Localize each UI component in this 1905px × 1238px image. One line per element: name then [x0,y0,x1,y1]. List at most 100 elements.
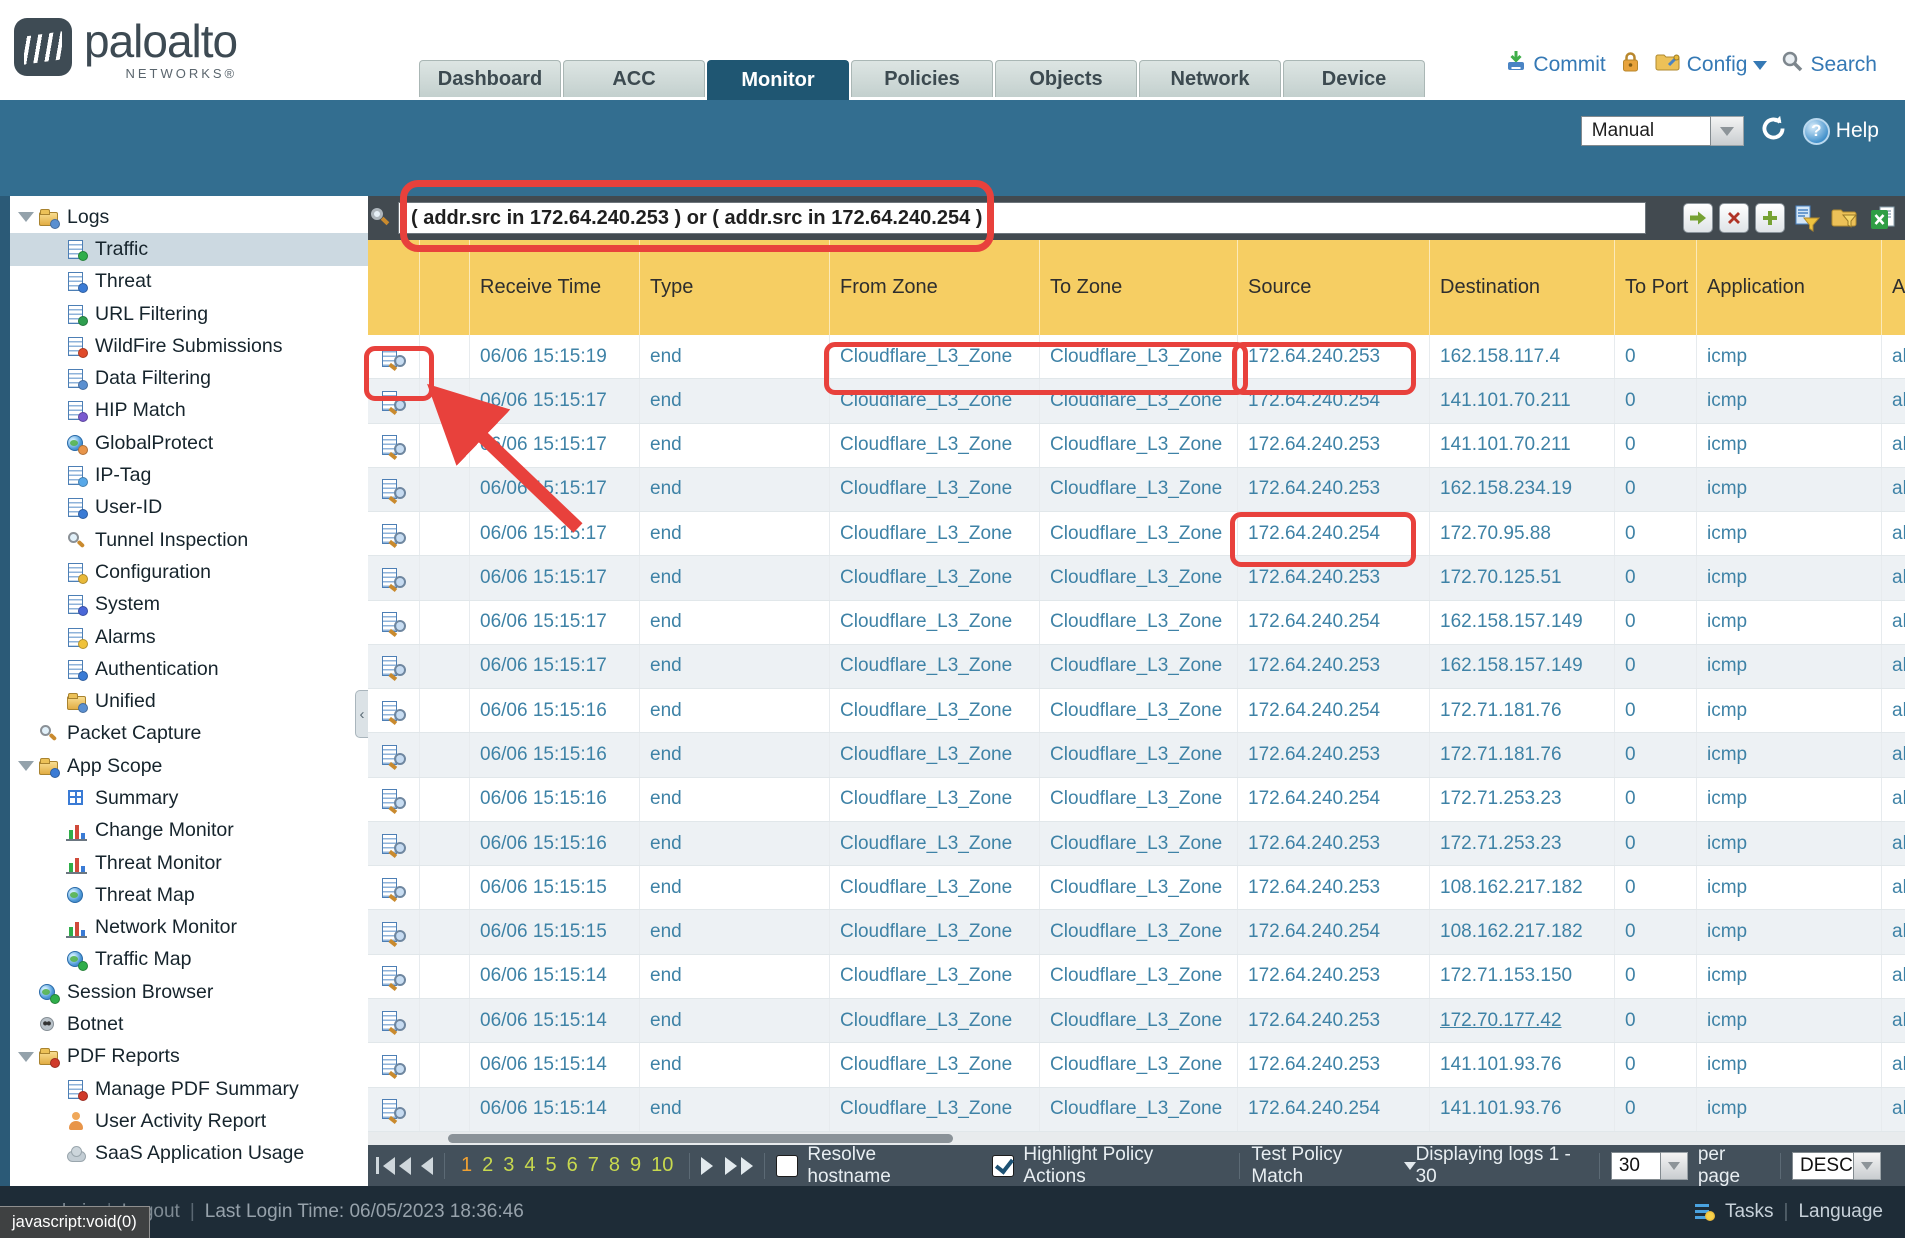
cell-from-zone[interactable]: Cloudflare_L3_Zone [830,910,1040,953]
cell-to-zone[interactable]: Cloudflare_L3_Zone [1040,424,1238,467]
cell-destination[interactable]: 172.71.181.76 [1430,733,1615,776]
cell-application[interactable]: icmp [1697,468,1882,511]
cell-to-zone[interactable]: Cloudflare_L3_Zone [1040,1088,1238,1131]
cell-source[interactable]: 172.64.240.254 [1238,910,1430,953]
cell-source[interactable]: 172.64.240.253 [1238,822,1430,865]
sidebar-item-session-browser[interactable]: Session Browser [10,976,368,1008]
tasks-button[interactable]: Tasks [1725,1201,1774,1223]
horizontal-scrollbar-thumb[interactable] [448,1134,953,1143]
tree-expander[interactable] [14,1052,38,1062]
sidebar-item-packet-capture[interactable]: Packet Capture [10,718,368,750]
log-detail-magnifier-icon[interactable] [381,346,407,368]
column-header-blank[interactable] [368,240,420,335]
cell-application[interactable]: icmp [1697,778,1882,821]
cell-to-zone[interactable]: Cloudflare_L3_Zone [1040,468,1238,511]
column-header-from-zone[interactable]: From Zone [830,240,1040,335]
cell-application[interactable]: icmp [1697,556,1882,599]
cell-from-zone[interactable]: Cloudflare_L3_Zone [830,689,1040,732]
sidebar-item-system[interactable]: System [10,589,368,621]
sidebar-item-authentication[interactable]: Authentication [10,653,368,685]
sidebar-item-botnet[interactable]: Botnet [10,1008,368,1040]
log-detail-magnifier-icon[interactable] [381,877,407,899]
cell-application[interactable]: icmp [1697,689,1882,732]
log-detail-magnifier-icon[interactable] [381,1010,407,1032]
sidebar-item-globalprotect[interactable]: GlobalProtect [10,427,368,459]
sidebar-item-hip-match[interactable]: HIP Match [10,395,368,427]
cell-destination[interactable]: 141.101.93.76 [1430,1088,1615,1131]
cell-source[interactable]: 172.64.240.253 [1238,866,1430,909]
filter-builder-button[interactable] [1791,202,1823,234]
cell-source[interactable]: 172.64.240.254 [1238,778,1430,821]
cell-application[interactable]: icmp [1697,379,1882,422]
first-page-button[interactable] [376,1157,411,1175]
cell-to-zone[interactable]: Cloudflare_L3_Zone [1040,955,1238,998]
sidebar-item-summary[interactable]: Summary [10,782,368,814]
tree-expander[interactable] [14,761,38,771]
cell-destination[interactable]: 162.158.234.19 [1430,468,1615,511]
lock-icon[interactable] [1620,50,1641,79]
cell-to-zone[interactable]: Cloudflare_L3_Zone [1040,910,1238,953]
cell-application[interactable]: icmp [1697,866,1882,909]
cell-destination[interactable]: 172.70.95.88 [1430,512,1615,555]
page-number-6[interactable]: 6 [567,1154,578,1177]
help-button[interactable]: ? Help [1803,118,1879,145]
column-header-source[interactable]: Source [1238,240,1430,335]
page-number-3[interactable]: 3 [503,1154,514,1177]
cell-to-zone[interactable]: Cloudflare_L3_Zone [1040,1043,1238,1086]
cell-application[interactable]: icmp [1697,512,1882,555]
log-detail-magnifier-icon[interactable] [381,523,407,545]
cell-destination[interactable]: 141.101.70.211 [1430,424,1615,467]
cell-source[interactable]: 172.64.240.254 [1238,601,1430,644]
cell-source[interactable]: 172.64.240.253 [1238,335,1430,378]
sidebar-item-threat-map[interactable]: Threat Map [10,879,368,911]
sidebar-item-change-monitor[interactable]: Change Monitor [10,815,368,847]
column-header-blank[interactable] [420,240,470,335]
page-number-2[interactable]: 2 [482,1154,493,1177]
page-number-5[interactable]: 5 [546,1154,557,1177]
column-header-receive-time[interactable]: Receive Time [470,240,640,335]
next-page-button[interactable] [701,1157,713,1175]
cell-from-zone[interactable]: Cloudflare_L3_Zone [830,379,1040,422]
cell-to-zone[interactable]: Cloudflare_L3_Zone [1040,512,1238,555]
cell-from-zone[interactable]: Cloudflare_L3_Zone [830,335,1040,378]
cell-source[interactable]: 172.64.240.253 [1238,955,1430,998]
tab-network[interactable]: Network [1139,60,1281,97]
cell-source[interactable]: 172.64.240.253 [1238,424,1430,467]
cell-from-zone[interactable]: Cloudflare_L3_Zone [830,512,1040,555]
cell-destination[interactable]: 172.70.125.51 [1430,556,1615,599]
log-detail-magnifier-icon[interactable] [381,1098,407,1120]
log-detail-magnifier-icon[interactable] [381,744,407,766]
cell-application[interactable]: icmp [1697,822,1882,865]
cell-from-zone[interactable]: Cloudflare_L3_Zone [830,822,1040,865]
cell-from-zone[interactable]: Cloudflare_L3_Zone [830,955,1040,998]
tab-dashboard[interactable]: Dashboard [419,60,561,97]
refresh-mode-select[interactable]: Manual [1581,116,1744,146]
cell-application[interactable]: icmp [1697,733,1882,776]
cell-from-zone[interactable]: Cloudflare_L3_Zone [830,645,1040,688]
cell-application[interactable]: icmp [1697,910,1882,953]
refresh-mode-dropdown-button[interactable] [1711,116,1744,146]
cell-destination[interactable]: 172.70.177.42 [1430,999,1615,1042]
cell-from-zone[interactable]: Cloudflare_L3_Zone [830,468,1040,511]
cell-destination[interactable]: 162.158.117.4 [1430,335,1615,378]
cell-destination[interactable]: 172.71.181.76 [1430,689,1615,732]
cell-from-zone[interactable]: Cloudflare_L3_Zone [830,1043,1040,1086]
tab-device[interactable]: Device [1283,60,1425,97]
cell-destination[interactable]: 141.101.93.76 [1430,1043,1615,1086]
tab-policies[interactable]: Policies [851,60,993,97]
apply-filter-button[interactable] [1683,203,1713,233]
cell-to-zone[interactable]: Cloudflare_L3_Zone [1040,999,1238,1042]
page-number-9[interactable]: 9 [630,1154,641,1177]
last-page-button[interactable] [725,1157,753,1175]
cell-application[interactable]: icmp [1697,955,1882,998]
cell-destination[interactable]: 141.101.70.211 [1430,379,1615,422]
cell-source[interactable]: 172.64.240.253 [1238,1043,1430,1086]
per-page-select[interactable]: 30 [1611,1152,1688,1180]
log-detail-magnifier-icon[interactable] [381,567,407,589]
cell-to-zone[interactable]: Cloudflare_L3_Zone [1040,778,1238,821]
tab-monitor[interactable]: Monitor [707,60,849,100]
cell-from-zone[interactable]: Cloudflare_L3_Zone [830,778,1040,821]
prev-page-button[interactable] [421,1157,433,1175]
export-button[interactable] [1867,202,1899,234]
cell-source[interactable]: 172.64.240.253 [1238,733,1430,776]
